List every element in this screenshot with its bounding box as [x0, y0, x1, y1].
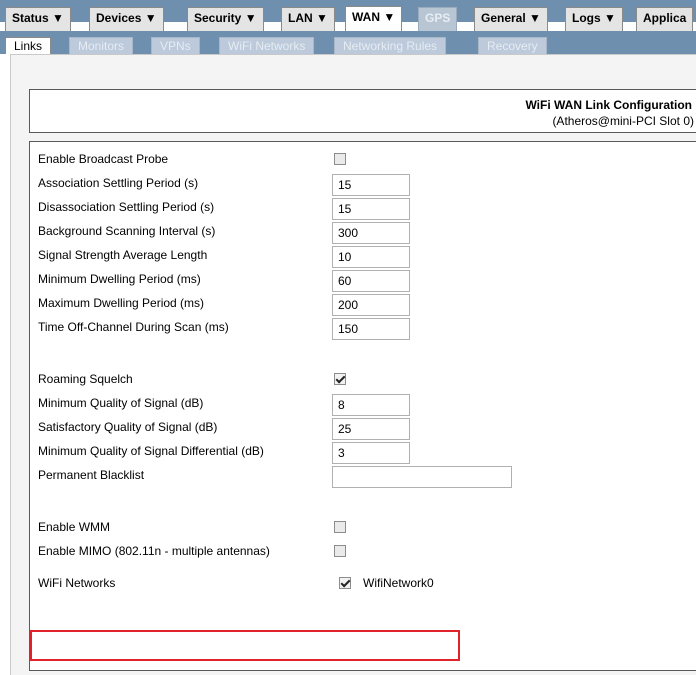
wifi-networks-label: WiFi Networks: [38, 576, 116, 590]
menu-tab-gps[interactable]: GPS: [418, 7, 458, 31]
subtab-monitors[interactable]: Monitors: [69, 37, 134, 54]
min-dwelling-label: Minimum Dwelling Period (ms): [38, 272, 201, 286]
sub-menu-bar: Links Monitors VPNs WiFi Networks Networ…: [0, 31, 696, 54]
broadcast-probe-checkbox[interactable]: [334, 153, 346, 165]
menu-tab-applications[interactable]: Applica: [636, 7, 694, 31]
subtab-links[interactable]: Links: [5, 37, 52, 54]
config-header: WiFi WAN Link Configuration (Atheros@min…: [29, 89, 696, 133]
highlight-box: [30, 630, 460, 661]
menu-tab-lan[interactable]: LAN ▼: [281, 7, 335, 31]
form-row-signal-strength: Signal Strength Average Length 10: [30, 243, 696, 268]
menu-tab-general[interactable]: General ▼: [474, 7, 548, 31]
page-subtitle: (Atheros@mini-PCI Slot 0): [552, 114, 694, 128]
background-scanning-input[interactable]: 300: [332, 222, 410, 244]
permanent-blacklist-input[interactable]: [332, 466, 512, 488]
form-row-background-scanning: Background Scanning Interval (s) 300: [30, 219, 696, 244]
enable-mimo-checkbox[interactable]: [334, 545, 346, 557]
menu-tab-security[interactable]: Security ▼: [187, 7, 264, 31]
form-row-disassociation: Disassociation Settling Period (s) 15: [30, 195, 696, 220]
menu-tab-wan[interactable]: WAN ▼: [345, 6, 403, 32]
sat-quality-label: Satisfactory Quality of Signal (dB): [38, 420, 218, 434]
sat-quality-input[interactable]: 25: [332, 418, 410, 440]
form-row-wifi-networks: WiFi Networks WifiNetwork0: [30, 571, 696, 595]
form-row-enable-mimo: Enable MIMO (802.11n - multiple antennas…: [30, 539, 696, 563]
form-row-min-quality: Minimum Quality of Signal (dB) 8: [30, 391, 696, 416]
min-quality-label: Minimum Quality of Signal (dB): [38, 396, 204, 410]
min-quality-diff-input[interactable]: 3: [332, 442, 410, 464]
time-off-channel-label: Time Off-Channel During Scan (ms): [38, 320, 229, 334]
association-settling-label: Association Settling Period (s): [38, 176, 199, 190]
disassociation-settling-label: Disassociation Settling Period (s): [38, 200, 215, 214]
form-row-min-dwelling: Minimum Dwelling Period (ms) 60: [30, 267, 696, 292]
min-quality-input[interactable]: 8: [332, 394, 410, 416]
enable-wmm-checkbox[interactable]: [334, 521, 346, 533]
subtab-vpns[interactable]: VPNs: [151, 37, 200, 54]
background-scanning-label: Background Scanning Interval (s): [38, 224, 216, 238]
time-off-channel-input[interactable]: 150: [332, 318, 410, 340]
form-row-sat-quality: Satisfactory Quality of Signal (dB) 25: [30, 415, 696, 440]
menu-tab-status[interactable]: Status ▼: [5, 7, 71, 31]
max-dwelling-label: Maximum Dwelling Period (ms): [38, 296, 205, 310]
page-title: WiFi WAN Link Configuration: [525, 98, 692, 112]
form-row-time-off-channel: Time Off-Channel During Scan (ms) 150: [30, 315, 696, 340]
enable-mimo-label: Enable MIMO (802.11n - multiple antennas…: [38, 544, 270, 558]
top-menu-bar: Status ▼ Devices ▼ Security ▼ LAN ▼ WAN …: [0, 0, 696, 32]
min-dwelling-input[interactable]: 60: [332, 270, 410, 292]
signal-strength-input[interactable]: 10: [332, 246, 410, 268]
broadcast-probe-label: Enable Broadcast Probe: [38, 152, 169, 166]
max-dwelling-input[interactable]: 200: [332, 294, 410, 316]
subtab-recovery[interactable]: Recovery: [478, 37, 547, 54]
subtab-networking-rules[interactable]: Networking Rules: [334, 37, 447, 54]
disassociation-settling-input[interactable]: 15: [332, 198, 410, 220]
enable-wmm-label: Enable WMM: [38, 520, 111, 534]
min-quality-diff-label: Minimum Quality of Signal Differential (…: [38, 444, 264, 458]
association-settling-input[interactable]: 15: [332, 174, 410, 196]
form-row-max-dwelling: Maximum Dwelling Period (ms) 200: [30, 291, 696, 316]
roaming-squelch-checkbox[interactable]: [334, 373, 346, 385]
form-row-enable-wmm: Enable WMM: [30, 515, 696, 539]
form-row-min-quality-diff: Minimum Quality of Signal Differential (…: [30, 439, 696, 464]
wifi-wan-form: Enable Broadcast Probe Association Settl…: [29, 141, 696, 671]
menu-tab-logs[interactable]: Logs ▼: [565, 7, 623, 31]
roaming-squelch-label: Roaming Squelch: [38, 372, 133, 386]
subtab-wifi-networks[interactable]: WiFi Networks: [219, 37, 315, 54]
form-row-permanent-blacklist: Permanent Blacklist: [30, 463, 696, 488]
signal-strength-label: Signal Strength Average Length: [38, 248, 208, 262]
form-row-broadcast-probe: Enable Broadcast Probe: [30, 147, 696, 171]
permanent-blacklist-label: Permanent Blacklist: [38, 468, 145, 482]
menu-tab-devices[interactable]: Devices ▼: [89, 7, 164, 31]
form-row-roaming-squelch: Roaming Squelch: [30, 367, 696, 391]
wifi-network-checkbox[interactable]: [339, 577, 351, 589]
form-row-association: Association Settling Period (s) 15: [30, 171, 696, 196]
wifi-network-option-label: WifiNetwork0: [363, 576, 434, 590]
